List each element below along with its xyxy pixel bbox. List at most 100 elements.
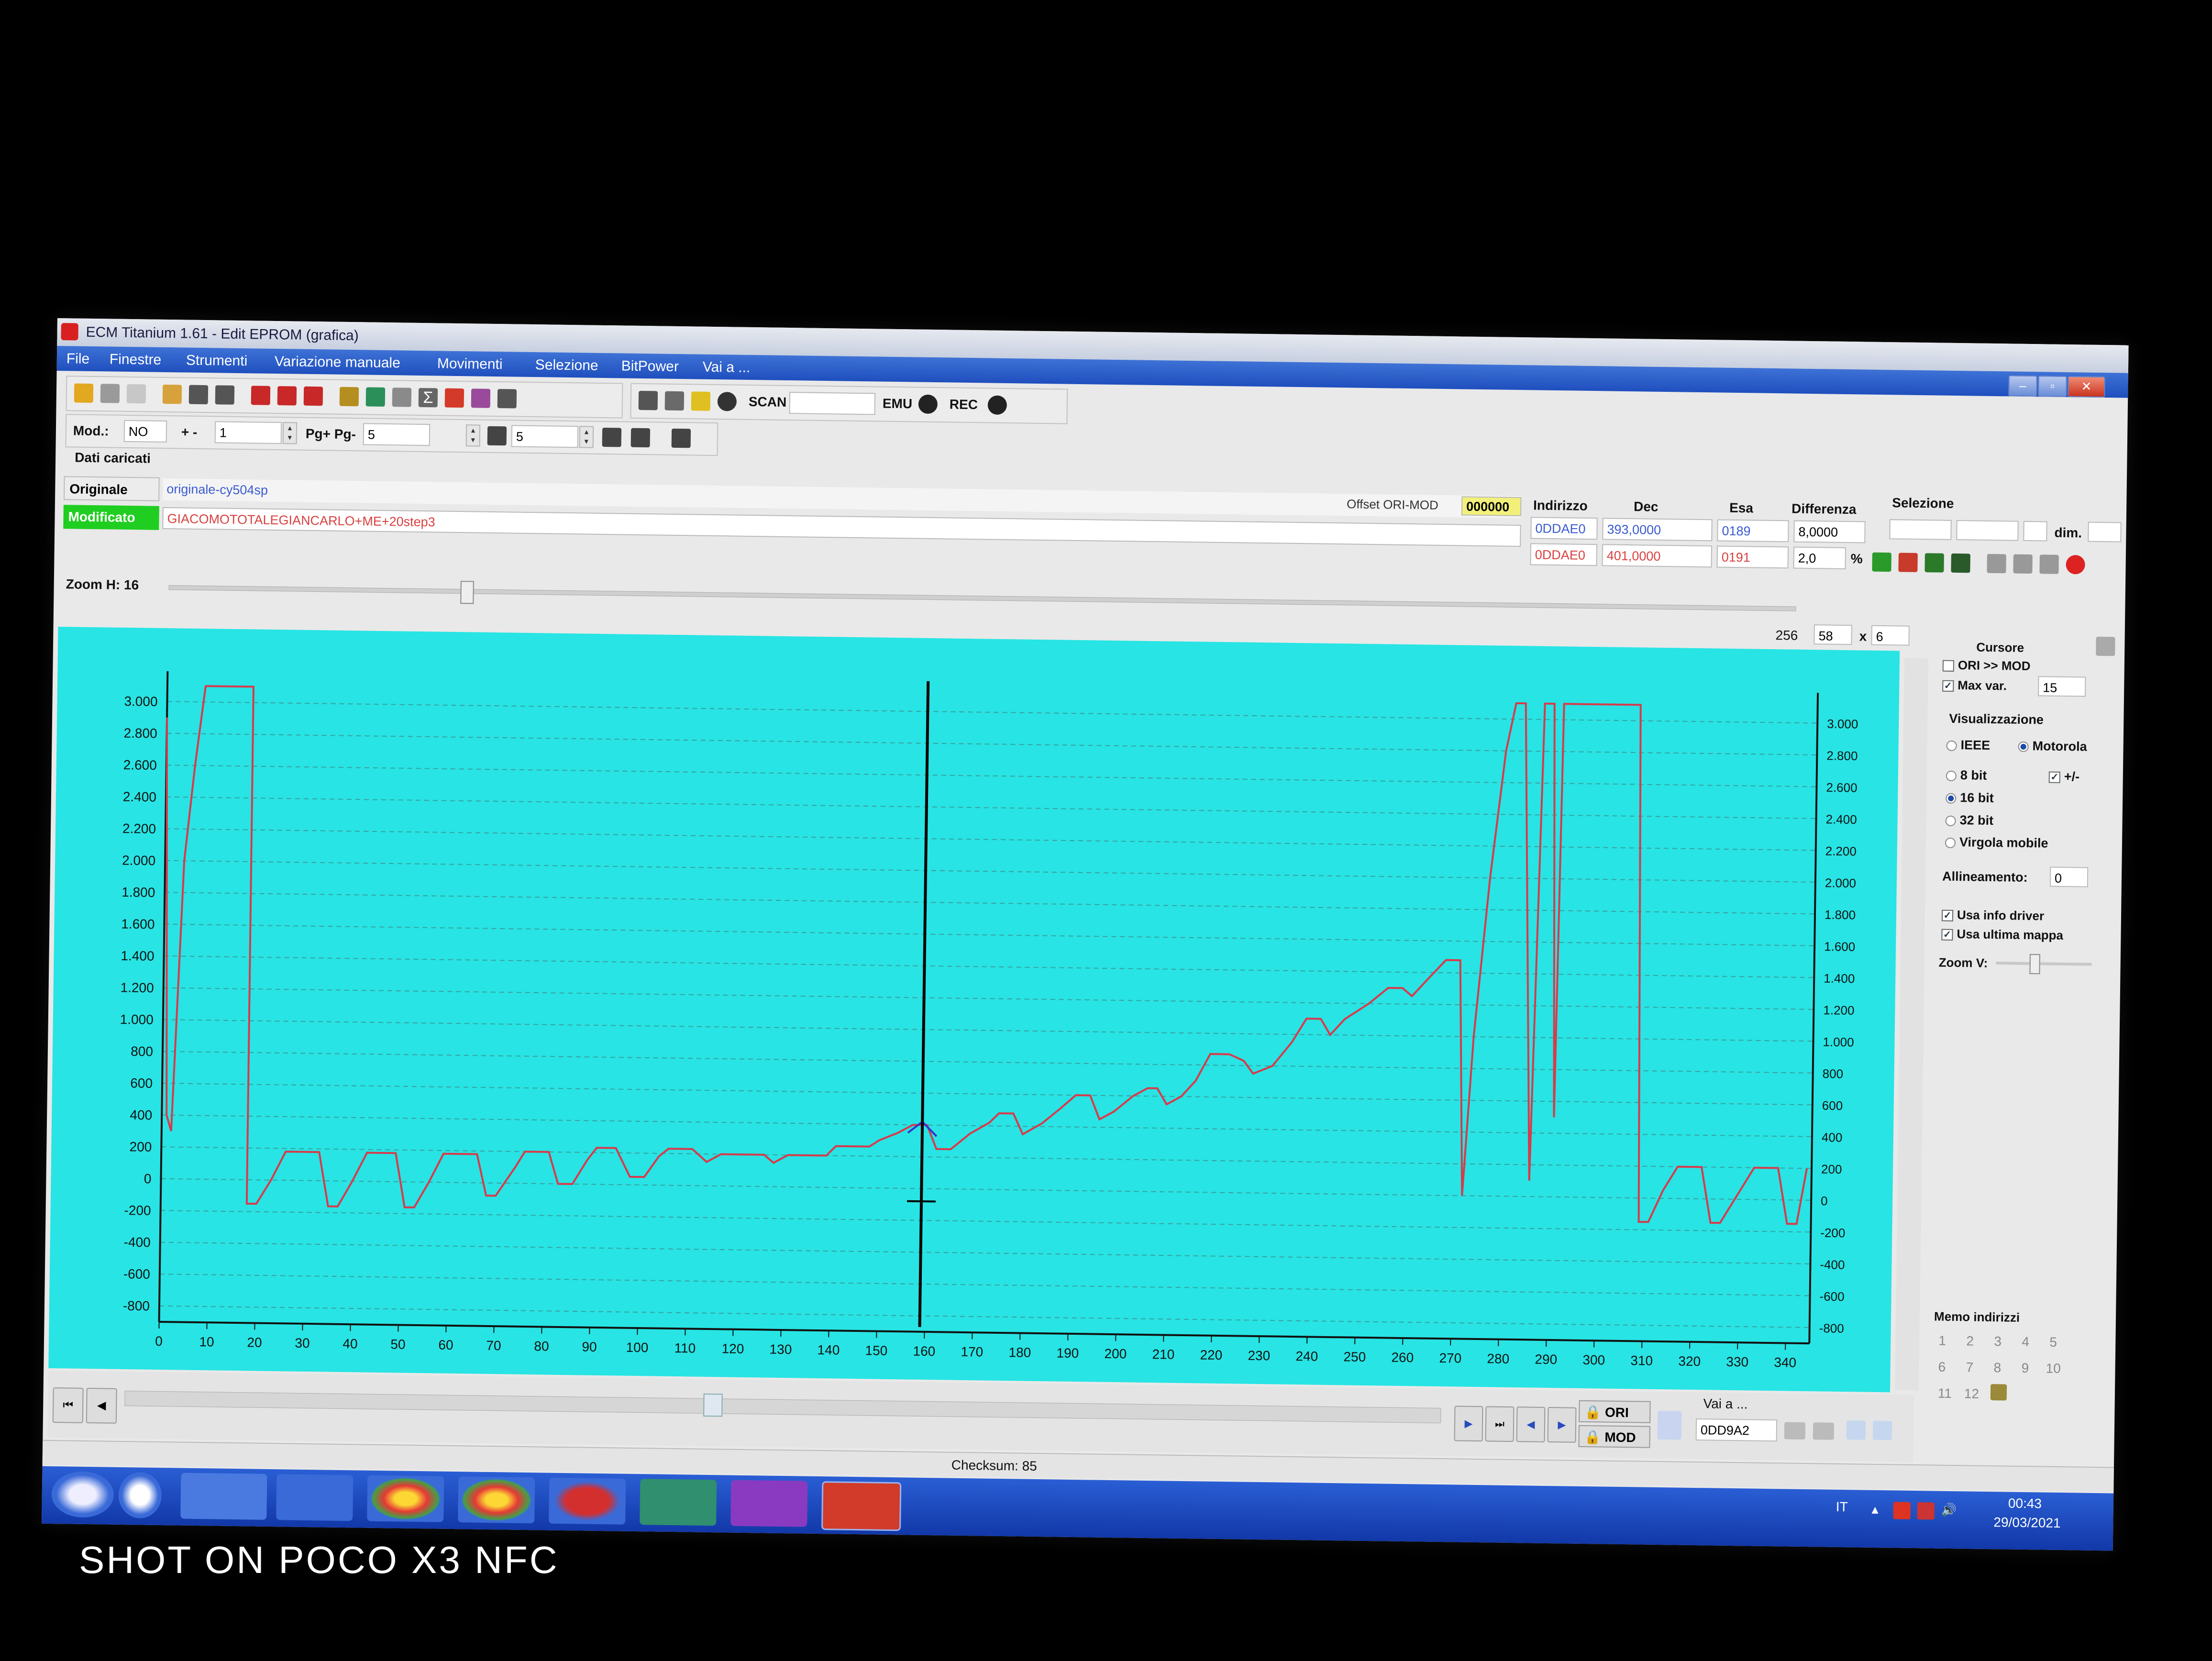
zoom-h-slider[interactable] xyxy=(168,585,1796,611)
map-table-icon[interactable] xyxy=(671,428,691,448)
goto-list-icon[interactable] xyxy=(1813,1422,1835,1440)
grid-icon[interactable] xyxy=(471,388,491,408)
mod-field[interactable]: NO xyxy=(123,420,167,443)
select-all-icon[interactable] xyxy=(1951,553,1970,573)
clock-time[interactable]: 00:43 xyxy=(2008,1496,2042,1512)
max-var-checkbox[interactable]: ✓ Max var. xyxy=(1942,678,2007,694)
dim-field[interactable] xyxy=(2088,521,2122,543)
max-var-field[interactable]: 15 xyxy=(2038,676,2086,697)
step-icon[interactable] xyxy=(487,426,507,446)
horizontal-scrollbar[interactable] xyxy=(124,1391,1441,1424)
prev-page-icon[interactable]: ◀ xyxy=(86,1387,117,1424)
usa-ultima-checkbox[interactable]: ✓ Usa ultima mappa xyxy=(1941,927,2063,943)
home-icon[interactable] xyxy=(74,383,94,403)
compare-icon[interactable] xyxy=(277,386,297,406)
menu-strumenti[interactable]: Strumenti xyxy=(186,353,248,370)
bit8-radio[interactable]: 8 bit xyxy=(1946,768,1987,783)
sum-icon[interactable]: Σ xyxy=(418,388,438,408)
zoom-value-2[interactable]: 58 xyxy=(1814,624,1852,645)
chart-area[interactable]: 3.000 2.800 2.600 2.400 2.200 2.000 1.800 1.600… xyxy=(48,627,1900,1393)
memo-11[interactable]: 11 xyxy=(1938,1386,1952,1401)
virgola-radio[interactable]: Virgola mobile xyxy=(1945,835,2048,851)
rec-button-icon[interactable] xyxy=(987,395,1007,415)
copy-selection-icon[interactable] xyxy=(2013,554,2033,574)
emu-button-icon[interactable] xyxy=(918,394,938,414)
memo-12[interactable]: 12 xyxy=(1964,1386,1980,1401)
menu-file[interactable]: File xyxy=(66,351,90,367)
goto-icon[interactable] xyxy=(1784,1422,1806,1440)
memo-8[interactable]: 8 xyxy=(1993,1360,2001,1375)
step-back-icon[interactable]: ◀ xyxy=(1516,1406,1546,1442)
menu-bitpower[interactable]: BitPower xyxy=(621,358,679,375)
menu-selezione[interactable]: Selezione xyxy=(535,357,598,374)
lock-cursor-icon[interactable] xyxy=(2096,636,2115,656)
memo-5[interactable]: 5 xyxy=(2049,1335,2057,1350)
fast-forward-icon[interactable]: ⏭ xyxy=(1485,1406,1515,1442)
copy-icon[interactable] xyxy=(100,384,120,403)
motorola-radio[interactable]: Motorola xyxy=(2018,739,2087,754)
paste-icon[interactable] xyxy=(126,384,146,404)
checksum-icon[interactable] xyxy=(251,386,271,405)
select-range-icon[interactable] xyxy=(1924,553,1944,573)
step-forward-icon[interactable]: ▶ xyxy=(1547,1406,1577,1443)
tools-icon[interactable] xyxy=(339,387,359,407)
maximize-button[interactable]: ▫ xyxy=(2038,376,2067,397)
vai-a-field[interactable]: 0DD9A2 xyxy=(1695,1418,1778,1442)
flag-icon[interactable] xyxy=(1657,1410,1682,1440)
zoom-v-slider[interactable] xyxy=(1996,962,2092,966)
media-player-icon[interactable] xyxy=(276,1474,354,1521)
memo-7[interactable]: 7 xyxy=(1966,1360,1973,1375)
ecm-titanium-taskbar-icon[interactable] xyxy=(821,1481,902,1531)
vertical-scrollbar[interactable] xyxy=(1895,658,1929,1391)
paste-selection-icon[interactable] xyxy=(2039,554,2059,574)
undo-icon[interactable] xyxy=(2066,555,2085,575)
binoculars-icon[interactable] xyxy=(497,389,517,409)
ieee-radio[interactable]: IEEE xyxy=(1946,738,1990,753)
table-icon[interactable] xyxy=(638,390,658,410)
plusminus-field[interactable]: 1 xyxy=(214,421,282,444)
close-button[interactable]: ✕ xyxy=(2068,376,2105,398)
menu-vai-a[interactable]: Vai a ... xyxy=(703,359,751,376)
menu-movimenti[interactable]: Movimenti xyxy=(437,355,503,373)
language-indicator[interactable]: IT xyxy=(1836,1499,1848,1515)
bit32-radio[interactable]: 32 bit xyxy=(1945,813,1993,828)
map-n-icon[interactable] xyxy=(630,428,651,448)
horizontal-scroll-thumb[interactable] xyxy=(703,1393,723,1417)
first-page-icon[interactable]: ⏮ xyxy=(52,1387,84,1423)
selezione-end-field[interactable] xyxy=(1956,520,2019,541)
memo-save-icon[interactable] xyxy=(1990,1384,2007,1401)
arrow-right-icon[interactable] xyxy=(1872,1420,1892,1440)
tool-app-icon[interactable] xyxy=(549,1477,626,1525)
ori-button[interactable]: 🔒 ORI xyxy=(1579,1400,1651,1423)
explorer-icon[interactable] xyxy=(180,1473,267,1520)
person-icon[interactable] xyxy=(691,391,711,411)
edit-selection-icon[interactable] xyxy=(1987,554,2006,574)
action-center-icon[interactable] xyxy=(1893,1502,1911,1519)
allineamento-field[interactable]: 0 xyxy=(2049,866,2089,887)
save-icon[interactable] xyxy=(188,385,209,405)
plusminus-checkbox[interactable]: ✓ +/- xyxy=(2048,769,2079,785)
memo-9[interactable]: 9 xyxy=(2021,1361,2029,1376)
menu-finestre[interactable]: Finestre xyxy=(110,351,162,368)
winrar-icon[interactable] xyxy=(730,1480,808,1527)
menu-variazione-manuale[interactable]: Variazione manuale xyxy=(275,354,400,371)
puzzle-icon[interactable] xyxy=(392,388,412,407)
arduino-icon[interactable] xyxy=(640,1479,717,1526)
select-end-icon[interactable] xyxy=(1898,553,1918,572)
mod-button[interactable]: 🔒 MOD xyxy=(1578,1425,1650,1448)
scan-select[interactable] xyxy=(789,392,876,415)
report-icon[interactable] xyxy=(303,386,323,406)
bit16-radio[interactable]: 16 bit xyxy=(1946,790,1994,806)
volume-icon[interactable]: 🔊 xyxy=(1941,1503,1958,1520)
memo-6[interactable]: 6 xyxy=(1938,1360,1946,1375)
zoom-v-slider-thumb[interactable] xyxy=(2029,954,2040,974)
select-start-icon[interactable] xyxy=(1872,552,1891,572)
play-icon[interactable]: ▶ xyxy=(1454,1406,1483,1442)
memo-1[interactable]: 1 xyxy=(1938,1333,1946,1349)
mod-differenza[interactable]: 2,0 xyxy=(1793,546,1847,569)
zoom-value-3[interactable]: 6 xyxy=(1871,625,1910,646)
zoom-h-slider-thumb[interactable] xyxy=(460,581,474,604)
step-spinner[interactable]: ▲ ▼ xyxy=(579,426,594,448)
memo-3[interactable]: 3 xyxy=(1994,1334,2002,1349)
map-m-icon[interactable] xyxy=(602,427,622,447)
